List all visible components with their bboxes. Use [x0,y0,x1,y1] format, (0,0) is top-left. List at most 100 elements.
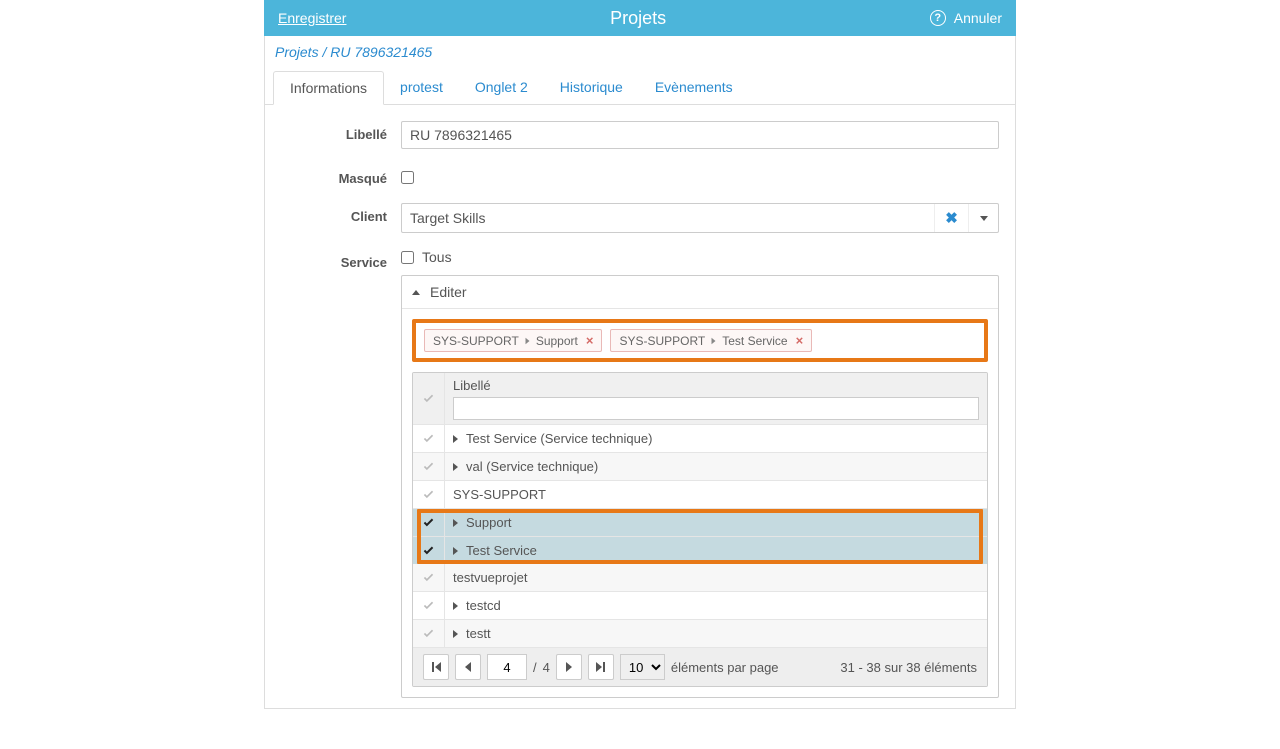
grid-filter-input[interactable] [453,397,979,420]
grid-column-label: Libellé [453,378,979,393]
tag-remove-button[interactable]: × [796,333,804,348]
pager-page-input[interactable] [487,654,527,680]
client-combo[interactable]: Target Skills ✖ [401,203,999,233]
selected-rows-highlight: Support Te [413,509,987,564]
pager-next-button[interactable] [556,654,582,680]
tag-prefix: SYS-SUPPORT [619,334,705,348]
grid-cell-label: testt [466,626,491,641]
grid-row[interactable]: testcd [413,592,987,620]
check-icon [422,627,435,640]
caret-right-icon [453,463,458,471]
caret-right-icon [453,519,458,527]
libelle-label: Libellé [281,121,401,149]
grid-row[interactable]: Test Service (Service technique) [413,425,987,453]
grid-row[interactable]: testvueprojet [413,564,987,592]
grid-checkbox-checked[interactable] [413,537,445,564]
pager-slash: / [533,660,537,675]
grid-row[interactable]: val (Service technique) [413,453,987,481]
caret-right-icon [453,602,458,610]
caret-right-icon [453,435,458,443]
tab-informations[interactable]: Informations [273,71,384,105]
selected-tags-highlight: SYS-SUPPORT Support × SYS-SUPPORT Test S… [412,319,988,362]
check-icon [422,544,435,557]
editor-header-label: Editer [430,284,467,300]
caret-right-icon [453,630,458,638]
chevron-down-icon [980,216,988,221]
pager-per-page-label: éléments par page [671,660,779,675]
grid-row[interactable]: SYS-SUPPORT [413,481,987,509]
editor-toggle[interactable]: Editer [402,276,998,309]
check-icon [422,516,435,529]
grid-row[interactable]: Support [413,509,987,537]
grid-header-check[interactable] [413,373,445,424]
pager-prev-button[interactable] [455,654,481,680]
pager-last-button[interactable] [588,654,614,680]
service-grid: Libellé [412,372,988,687]
pager-pagesize-select[interactable]: 10 [620,654,665,680]
check-icon [422,432,435,445]
prev-page-icon [465,662,471,672]
grid-cell-label: SYS-SUPPORT [453,487,546,502]
service-all-checkbox[interactable] [401,251,414,264]
grid-cell-label: Test Service (Service technique) [466,431,652,446]
masque-label: Masqué [281,165,401,187]
service-label: Service [281,249,401,698]
grid-checkbox[interactable] [413,620,445,647]
caret-right-icon [712,337,716,343]
grid-checkbox-checked[interactable] [413,509,445,536]
grid-checkbox[interactable] [413,564,445,591]
grid-pager: / 4 10 [413,648,987,686]
last-page-icon [596,662,605,672]
help-icon: ? [930,10,946,26]
tab-onglet2[interactable]: Onglet 2 [459,71,544,105]
check-icon [422,392,435,405]
check-icon [422,460,435,473]
tag-prefix: SYS-SUPPORT [433,334,519,348]
tab-protest[interactable]: protest [384,71,459,105]
tab-historique[interactable]: Historique [544,71,639,105]
caret-right-icon [525,337,529,343]
chevron-up-icon [412,290,420,295]
grid-header-row: Libellé [413,373,987,425]
grid-cell-label: val (Service technique) [466,459,598,474]
grid-cell-label: Test Service [466,543,537,558]
grid-checkbox[interactable] [413,453,445,480]
caret-right-icon [453,547,458,555]
grid-checkbox[interactable] [413,592,445,619]
client-label: Client [281,203,401,233]
tag-name: Support [536,334,578,348]
grid-row[interactable]: Test Service [413,537,987,564]
modal-header: Enregistrer Projets ? Annuler [264,0,1016,36]
libelle-input[interactable] [401,121,999,149]
client-value: Target Skills [402,204,934,232]
tabs: Informations protest Onglet 2 Historique… [265,70,1015,105]
pager-status: 31 - 38 sur 38 éléments [785,660,977,675]
next-page-icon [566,662,572,672]
grid-row[interactable]: testt [413,620,987,648]
cancel-label: Annuler [954,10,1002,26]
tab-evenements[interactable]: Evènements [639,71,749,105]
pager-first-button[interactable] [423,654,449,680]
service-all-label: Tous [422,249,452,265]
grid-cell-label: testvueprojet [453,570,527,585]
check-icon [422,571,435,584]
client-dropdown-button[interactable] [968,204,998,232]
save-link[interactable]: Enregistrer [278,10,346,26]
grid-cell-label: testcd [466,598,501,613]
tag-remove-button[interactable]: × [586,333,594,348]
masque-checkbox[interactable] [401,171,414,184]
check-icon [422,488,435,501]
tag-item: SYS-SUPPORT Test Service × [610,329,812,352]
client-clear-button[interactable]: ✖ [934,204,968,232]
pager-total-pages: 4 [543,660,550,675]
service-editor-panel: Editer SYS-SUPPORT Support × [401,275,999,698]
grid-checkbox[interactable] [413,425,445,452]
grid-checkbox[interactable] [413,481,445,508]
grid-cell-label: Support [466,515,512,530]
cancel-button[interactable]: ? Annuler [930,10,1002,26]
tag-name: Test Service [722,334,787,348]
tag-item: SYS-SUPPORT Support × [424,329,602,352]
close-icon: ✖ [945,209,958,227]
breadcrumb[interactable]: Projets / RU 7896321465 [265,36,1015,70]
first-page-icon [432,662,441,672]
